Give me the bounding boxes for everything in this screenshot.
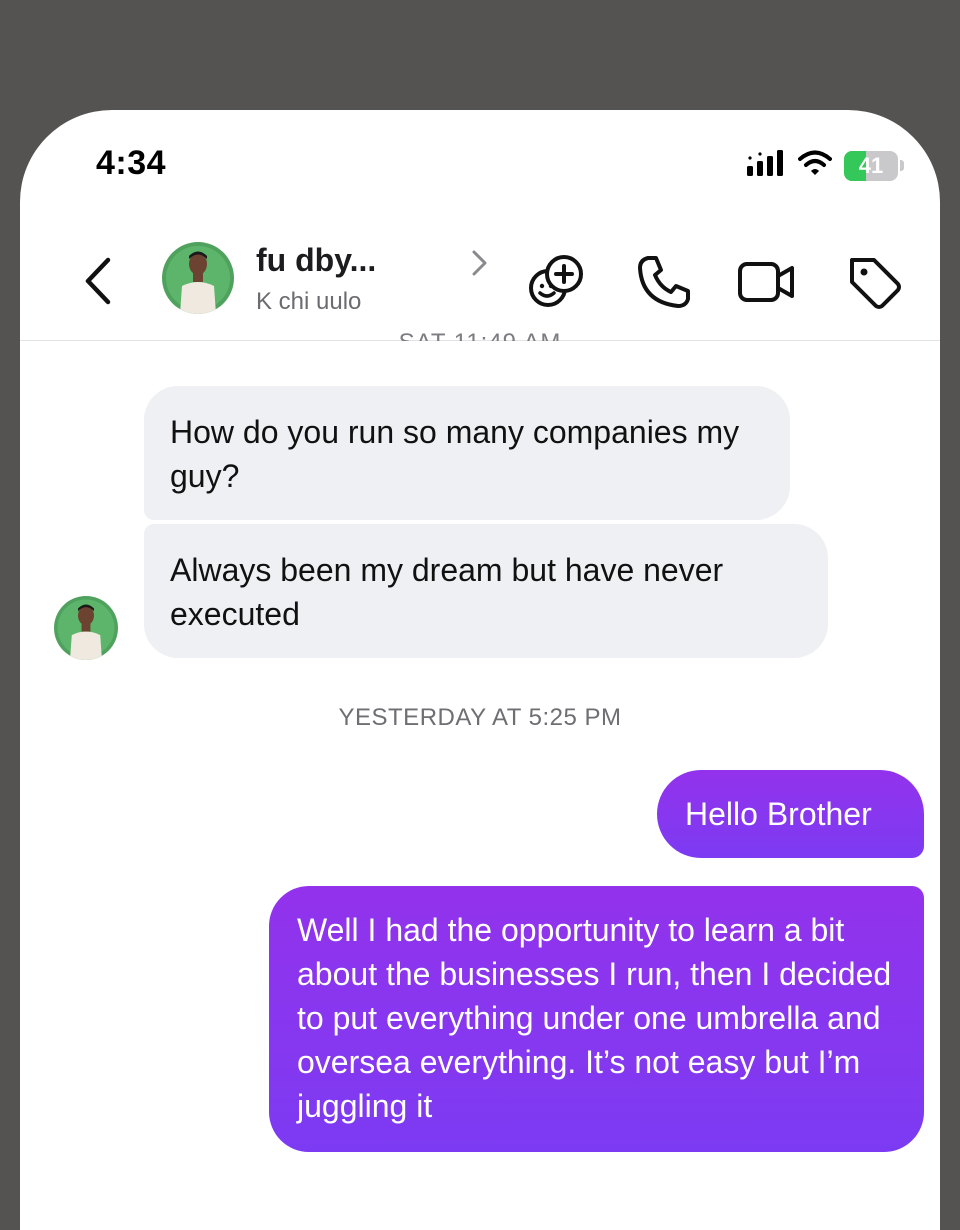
video-camera-icon[interactable] [736,252,796,312]
add-effects-icon[interactable] [526,252,586,312]
contact-username: K chi uulo [256,288,362,315]
battery-icon: 41 [844,150,898,181]
incoming-message[interactable]: How do you run so many companies my guy? [144,386,790,520]
status-time: 4:34 [96,144,167,182]
back-chevron-icon[interactable] [78,256,118,306]
timestamp: YESTERDAY AT 5:25 PM [338,704,622,731]
status-icons: 41 [746,148,904,183]
sender-avatar[interactable] [54,596,118,660]
phone-icon[interactable] [634,252,694,312]
phone-screen: 4:34 41 fu dby... K chi uulo How do you … [20,110,940,1230]
contact-avatar[interactable] [162,242,234,314]
contact-name[interactable]: fu dby... [256,242,376,279]
chevron-right-icon[interactable] [468,248,492,278]
outgoing-message[interactable]: Hello Brother [657,770,924,858]
previous-timestamp: SAT 11:49 AM [20,323,940,341]
battery-nub [900,160,904,171]
incoming-message[interactable]: Always been my dream but have never exec… [144,524,828,658]
cellular-signal-icon [746,148,786,183]
wifi-icon [798,149,832,182]
battery-percent: 41 [858,152,884,178]
outgoing-message[interactable]: Well I had the opportunity to learn a bi… [269,886,924,1152]
tag-icon[interactable] [844,252,904,312]
